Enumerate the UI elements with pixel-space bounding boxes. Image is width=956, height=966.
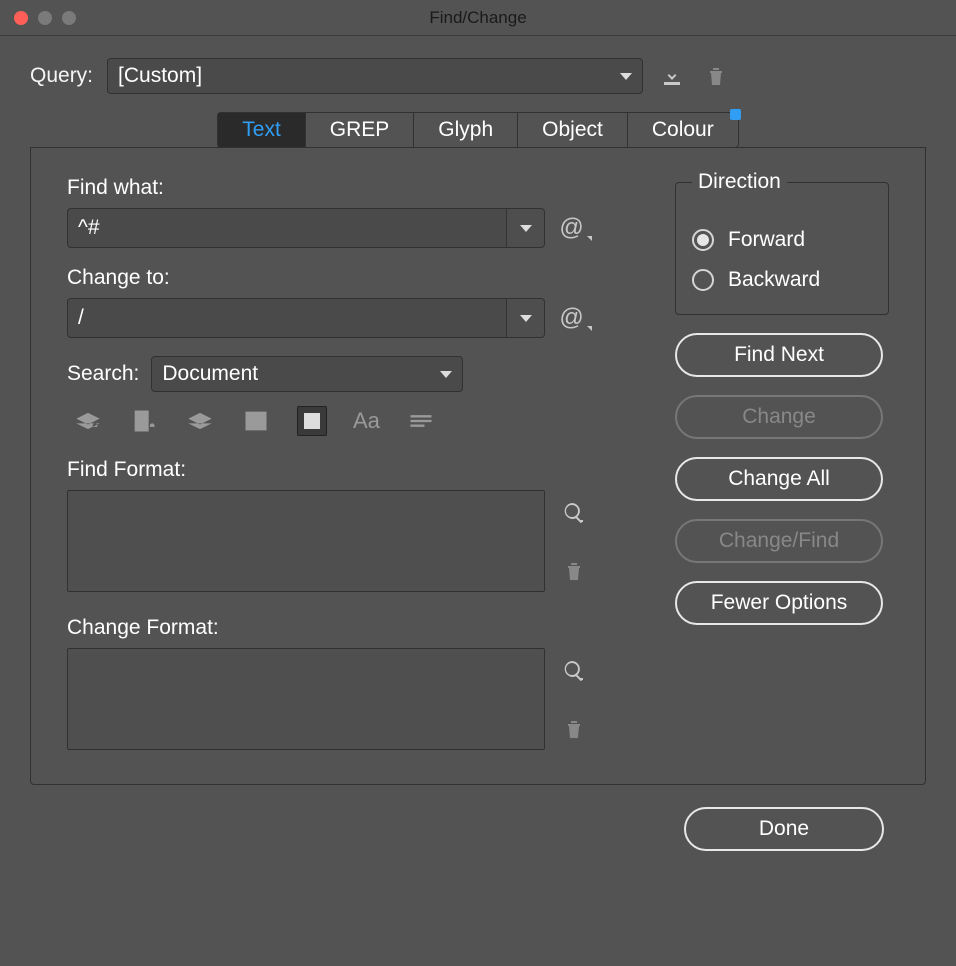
- notification-dot-icon: [730, 109, 741, 120]
- clear-find-format-icon[interactable]: [559, 556, 589, 586]
- include-hidden-layers-icon[interactable]: [185, 406, 215, 436]
- chevron-down-icon: [520, 225, 532, 232]
- find-format-label: Find Format:: [67, 458, 645, 482]
- chevron-down-icon: [520, 315, 532, 322]
- radio-icon: [692, 229, 714, 251]
- find-what-label: Find what:: [67, 176, 645, 200]
- include-master-pages-icon[interactable]: [241, 406, 271, 436]
- delete-query-icon[interactable]: [701, 61, 731, 91]
- tab-text[interactable]: Text: [218, 113, 306, 147]
- specify-change-format-icon[interactable]: [559, 656, 589, 686]
- change-history-dropdown[interactable]: [507, 298, 545, 338]
- direction-backward-radio[interactable]: Backward: [692, 268, 872, 292]
- search-scope-value: Document: [162, 362, 258, 386]
- tab-object[interactable]: Object: [518, 113, 628, 147]
- tab-glyph[interactable]: Glyph: [414, 113, 518, 147]
- save-query-icon[interactable]: [657, 61, 687, 91]
- special-characters-find-icon[interactable]: @: [559, 214, 583, 242]
- fewer-options-button[interactable]: Fewer Options: [675, 581, 883, 625]
- chevron-down-icon: [620, 73, 632, 80]
- zoom-window-button[interactable]: [62, 11, 76, 25]
- close-window-button[interactable]: [14, 11, 28, 25]
- tab-bar: Text GREP Glyph Object Colour: [217, 112, 738, 148]
- include-footnotes-icon[interactable]: [297, 406, 327, 436]
- include-locked-layers-icon[interactable]: [73, 406, 103, 436]
- change-format-label: Change Format:: [67, 616, 645, 640]
- direction-fieldset: Direction Forward Backward: [675, 170, 889, 315]
- find-format-box[interactable]: [67, 490, 545, 592]
- done-button[interactable]: Done: [684, 807, 884, 851]
- titlebar: Find/Change: [0, 0, 956, 36]
- chevron-down-icon: [440, 371, 452, 378]
- change-find-button: Change/Find: [675, 519, 883, 563]
- clear-change-format-icon[interactable]: [559, 714, 589, 744]
- query-dropdown[interactable]: [Custom]: [107, 58, 643, 94]
- tab-grep[interactable]: GREP: [306, 113, 415, 147]
- minimize-window-button[interactable]: [38, 11, 52, 25]
- traffic-lights: [0, 11, 76, 25]
- special-characters-change-icon[interactable]: @: [559, 304, 583, 332]
- query-value: [Custom]: [118, 64, 202, 88]
- direction-legend: Direction: [692, 170, 787, 194]
- search-label: Search:: [67, 362, 139, 386]
- include-locked-stories-icon[interactable]: [129, 406, 159, 436]
- tab-colour[interactable]: Colour: [628, 113, 738, 147]
- whole-word-icon[interactable]: [406, 406, 436, 436]
- change-all-button[interactable]: Change All: [675, 457, 883, 501]
- specify-find-format-icon[interactable]: [559, 498, 589, 528]
- case-sensitive-icon[interactable]: Aa: [353, 408, 380, 434]
- change-format-box[interactable]: [67, 648, 545, 750]
- change-to-label: Change to:: [67, 266, 645, 290]
- direction-forward-radio[interactable]: Forward: [692, 228, 872, 252]
- window-title: Find/Change: [0, 8, 956, 28]
- change-button: Change: [675, 395, 883, 439]
- find-history-dropdown[interactable]: [507, 208, 545, 248]
- find-next-button[interactable]: Find Next: [675, 333, 883, 377]
- query-label: Query:: [30, 64, 93, 88]
- radio-icon: [692, 269, 714, 291]
- change-to-input[interactable]: [67, 298, 507, 338]
- search-scope-dropdown[interactable]: Document: [151, 356, 463, 392]
- find-what-input[interactable]: [67, 208, 507, 248]
